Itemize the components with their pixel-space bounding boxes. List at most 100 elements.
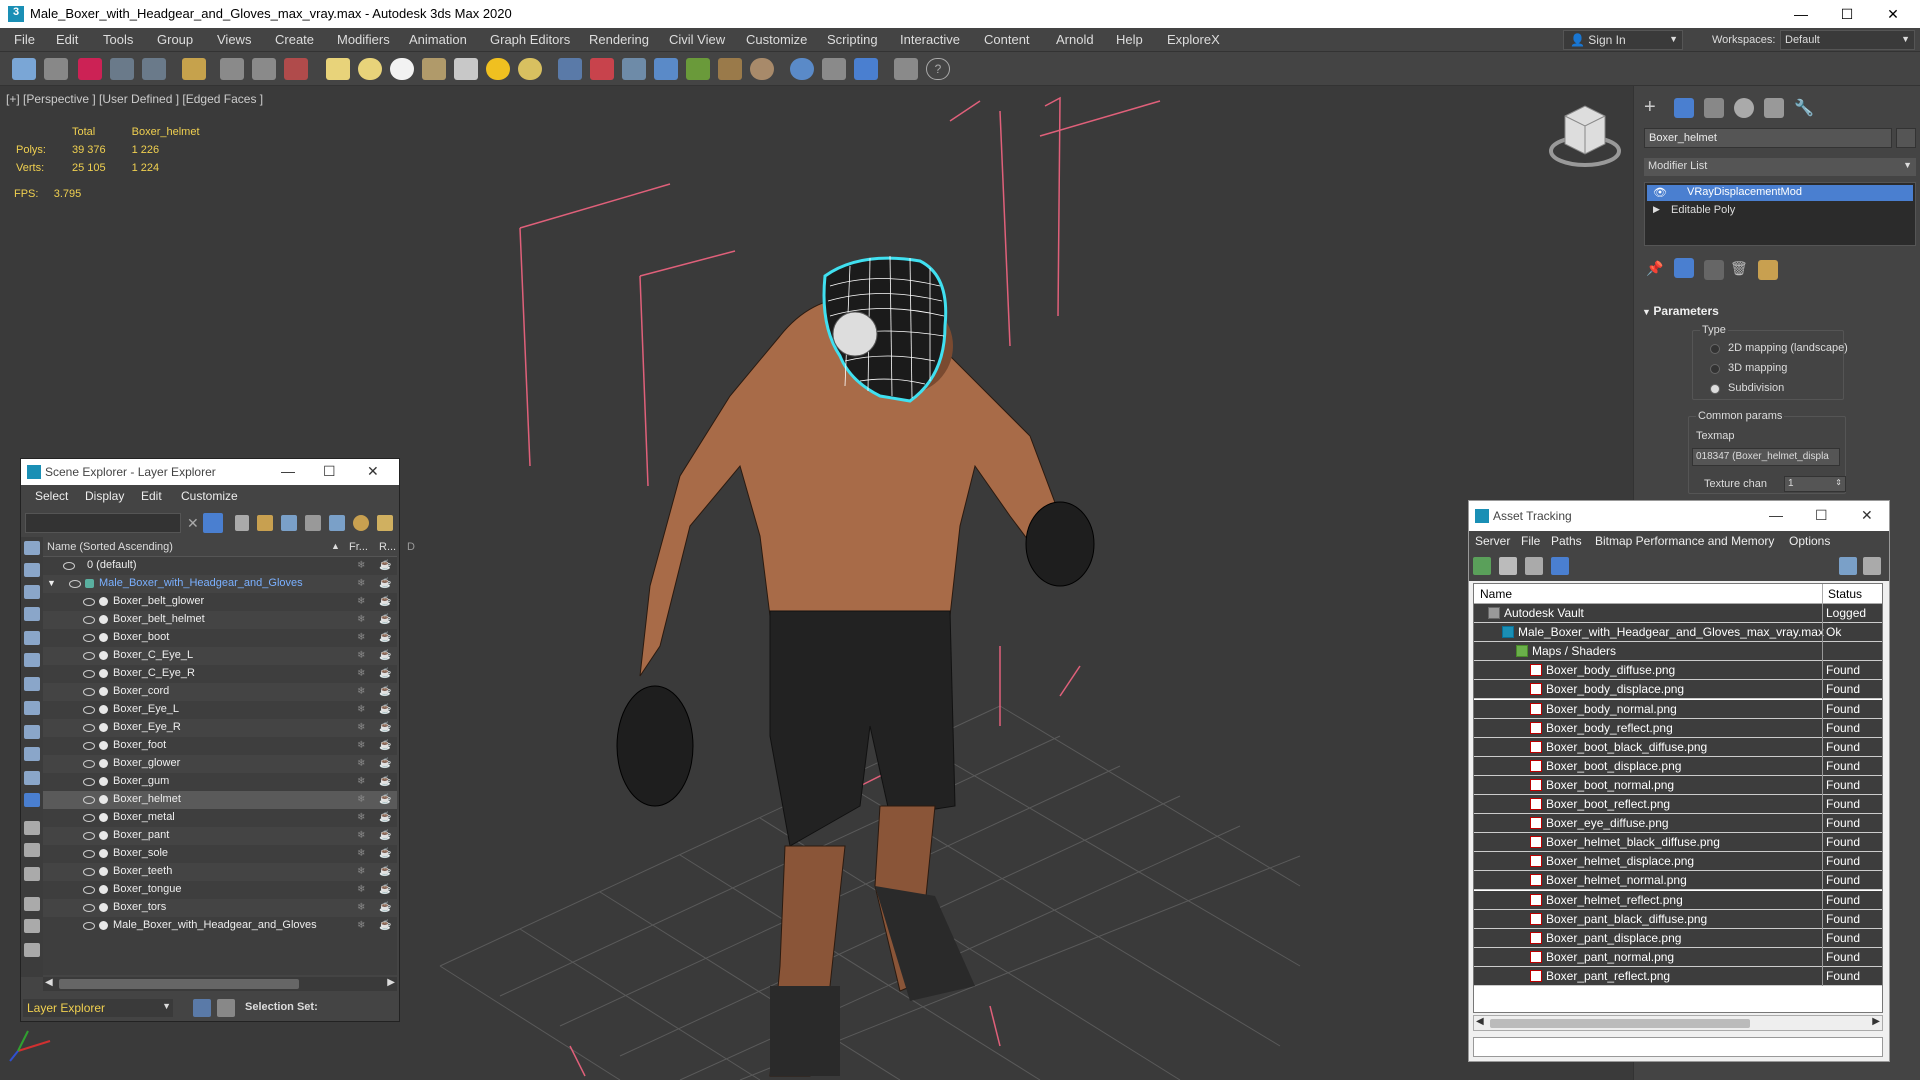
asset-row[interactable]: Boxer_boot_normal.png Found bbox=[1474, 775, 1882, 795]
visibility-eye-icon[interactable] bbox=[83, 652, 95, 660]
freeze-icon[interactable]: ❄ bbox=[357, 704, 365, 715]
display-children-icon[interactable] bbox=[24, 897, 40, 911]
stack-item-vraydisplacementmod[interactable]: 👁 VRayDisplacementMod bbox=[1647, 185, 1913, 201]
expand-arrow-icon[interactable]: ▶ bbox=[1653, 204, 1660, 215]
scene-row[interactable]: Boxer_pant ❄ ☕ bbox=[43, 827, 397, 845]
freeze-icon[interactable]: ❄ bbox=[357, 632, 365, 643]
stack-item-editable-poly[interactable]: ▶ Editable Poly bbox=[1647, 203, 1913, 219]
freeze-icon[interactable]: ❄ bbox=[357, 812, 365, 823]
visibility-eye-icon[interactable] bbox=[83, 616, 95, 624]
undo-icon[interactable] bbox=[12, 58, 36, 80]
fur-icon[interactable] bbox=[558, 58, 582, 80]
table-view-icon[interactable] bbox=[1551, 557, 1569, 575]
scrollbar-thumb[interactable] bbox=[59, 979, 299, 989]
at-menu-bitmap-performance[interactable]: Bitmap Performance and Memory bbox=[1595, 534, 1774, 548]
light-lister-icon[interactable] bbox=[182, 58, 206, 80]
asset-status-field[interactable] bbox=[1473, 1037, 1883, 1057]
renderable-teapot-icon[interactable]: ☕ bbox=[379, 668, 391, 679]
layers-toggle-icon[interactable] bbox=[193, 999, 211, 1017]
freeze-icon[interactable]: ❄ bbox=[357, 650, 365, 661]
maximize-button[interactable]: ☐ bbox=[323, 463, 336, 480]
at-menu-options[interactable]: Options bbox=[1789, 534, 1830, 548]
display-cameras-icon[interactable] bbox=[24, 653, 40, 667]
viewport-icon[interactable] bbox=[790, 58, 814, 80]
display-warps-icon[interactable] bbox=[24, 701, 40, 715]
asset-row[interactable]: Boxer_boot_black_diffuse.png Found bbox=[1474, 737, 1882, 757]
utilities-tab-icon[interactable]: 🔧 bbox=[1794, 98, 1814, 118]
freeze-icon[interactable]: ❄ bbox=[357, 920, 365, 931]
se-menu-customize[interactable]: Customize bbox=[181, 489, 238, 503]
freeze-icon[interactable]: ❄ bbox=[357, 560, 365, 571]
col-frozen-header[interactable]: Fr... bbox=[349, 541, 368, 553]
rendered-frame-icon[interactable] bbox=[110, 58, 134, 80]
visibility-eye-icon[interactable] bbox=[83, 922, 95, 930]
renderable-teapot-icon[interactable]: ☕ bbox=[379, 794, 391, 805]
scene-row[interactable]: Boxer_belt_glower ❄ ☕ bbox=[43, 593, 397, 611]
renderable-teapot-icon[interactable]: ☕ bbox=[379, 596, 391, 607]
visibility-eye-icon[interactable] bbox=[83, 904, 95, 912]
visibility-eye-icon[interactable] bbox=[83, 724, 95, 732]
display-containers-icon[interactable] bbox=[24, 793, 40, 807]
renderable-teapot-icon[interactable]: ☕ bbox=[379, 578, 391, 589]
scene-row[interactable]: Boxer_glower ❄ ☕ bbox=[43, 755, 397, 773]
lock-icon[interactable] bbox=[235, 515, 249, 531]
context-help-icon[interactable] bbox=[1863, 557, 1881, 575]
sphere-icon[interactable] bbox=[390, 58, 414, 80]
visibility-eye-icon[interactable] bbox=[83, 760, 95, 768]
maximize-button[interactable]: ☐ bbox=[1815, 507, 1828, 524]
menu-tools[interactable]: Tools bbox=[103, 32, 133, 47]
scene-row[interactable]: Male_Boxer_with_Headgear_and_Gloves ❄ ☕ bbox=[43, 917, 397, 935]
visibility-eye-icon[interactable] bbox=[83, 742, 95, 750]
scene-row[interactable]: Boxer_belt_helmet ❄ ☕ bbox=[43, 611, 397, 629]
scene-row[interactable]: Boxer_cord ❄ ☕ bbox=[43, 683, 397, 701]
freeze-icon[interactable]: ❄ bbox=[357, 830, 365, 841]
minimize-button[interactable]: — bbox=[281, 463, 295, 479]
display-none-icon[interactable] bbox=[24, 541, 40, 555]
add-to-layer-icon[interactable] bbox=[281, 515, 297, 531]
modifier-list-dropdown[interactable]: Modifier List ▼ bbox=[1644, 158, 1916, 176]
view-cube[interactable] bbox=[1549, 105, 1621, 167]
renderable-teapot-icon[interactable]: ☕ bbox=[379, 560, 391, 571]
scene-row[interactable]: Boxer_Eye_L ❄ ☕ bbox=[43, 701, 397, 719]
freeze-icon[interactable]: ❄ bbox=[357, 848, 365, 859]
sync-selection-icon[interactable] bbox=[24, 943, 40, 957]
asset-row[interactable]: Boxer_body_normal.png Found bbox=[1474, 699, 1882, 719]
display-geometry-icon[interactable] bbox=[24, 585, 40, 599]
clear-search-icon[interactable]: ✕ bbox=[187, 515, 199, 532]
renderable-teapot-icon[interactable]: ☕ bbox=[379, 776, 391, 787]
proxy-icon[interactable] bbox=[590, 58, 614, 80]
menu-customize[interactable]: Customize bbox=[746, 32, 807, 47]
hierarchy-toggle-icon[interactable] bbox=[217, 999, 235, 1017]
texture-chan-spinner[interactable]: 1 ⇕ bbox=[1784, 476, 1846, 492]
menu-create[interactable]: Create bbox=[275, 32, 314, 47]
vray-fog-icon[interactable] bbox=[654, 58, 678, 80]
maximize-button[interactable]: ☐ bbox=[1824, 0, 1870, 28]
help-icon[interactable]: ? bbox=[926, 58, 950, 80]
highlight-icon[interactable] bbox=[353, 515, 369, 531]
menu-modifiers[interactable]: Modifiers bbox=[337, 32, 390, 47]
thumbnail-view-icon[interactable] bbox=[1525, 557, 1543, 575]
visibility-eye-icon[interactable] bbox=[83, 706, 95, 714]
scene-row[interactable]: Boxer_metal ❄ ☕ bbox=[43, 809, 397, 827]
vfb-icon[interactable] bbox=[854, 58, 878, 80]
renderable-teapot-icon[interactable]: ☕ bbox=[379, 704, 391, 715]
menu-views[interactable]: Views bbox=[217, 32, 251, 47]
scroll-right-icon[interactable]: ▶ bbox=[387, 977, 395, 988]
texmap-button[interactable]: 018347 (Boxer_helmet_displa bbox=[1692, 448, 1840, 466]
motion-tab-icon[interactable] bbox=[1734, 98, 1754, 118]
mesh-icon[interactable] bbox=[622, 58, 646, 80]
renderable-teapot-icon[interactable]: ☕ bbox=[379, 650, 391, 661]
menu-civil-view[interactable]: Civil View bbox=[669, 32, 725, 47]
command-icon[interactable] bbox=[894, 58, 918, 80]
minimize-button[interactable]: — bbox=[1778, 0, 1824, 28]
menu-group[interactable]: Group bbox=[157, 32, 193, 47]
menu-edit[interactable]: Edit bbox=[56, 32, 78, 47]
renderable-teapot-icon[interactable]: ☕ bbox=[379, 884, 391, 895]
scroll-left-icon[interactable]: ◀ bbox=[45, 977, 53, 988]
scene-explorer-titlebar[interactable]: Scene Explorer - Layer Explorer — ☐ ✕ bbox=[21, 459, 399, 485]
scene-row[interactable]: 0 (default) ❄ ☕ bbox=[43, 557, 397, 575]
horizontal-scrollbar[interactable]: ◀ ▶ bbox=[1473, 1015, 1883, 1031]
scene-row[interactable]: Boxer_sole ❄ ☕ bbox=[43, 845, 397, 863]
asset-row[interactable]: Autodesk VaultLogged Ou bbox=[1474, 604, 1882, 634]
layer-icon[interactable] bbox=[822, 58, 846, 80]
